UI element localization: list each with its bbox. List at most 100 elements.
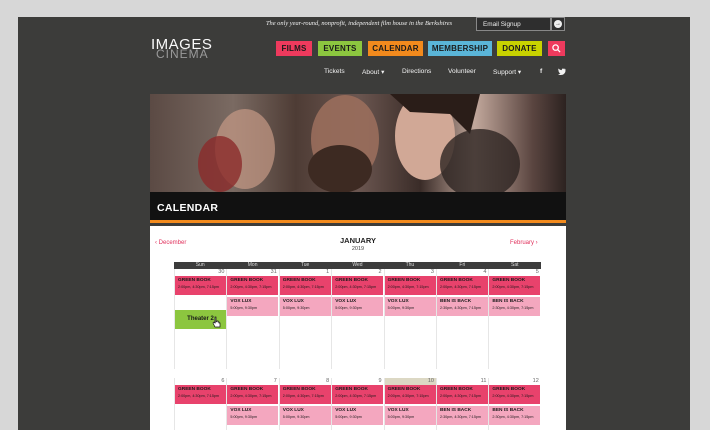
event-title: VOX LUX	[282, 408, 304, 413]
email-signup-submit-button[interactable]: →	[551, 17, 565, 31]
twitter-icon[interactable]	[558, 68, 566, 75]
event-times: 2:00pm, 4:30pm, 7:15pm	[335, 285, 377, 289]
event-green-book[interactable]: GREEN BOOK 2:00pm, 4:30pm, 7:15pm	[384, 276, 436, 295]
event-green-book[interactable]: GREEN BOOK 2:00pm, 4:30pm, 7:15pm	[489, 385, 541, 404]
subnav-volunteer[interactable]: Volunteer	[448, 68, 476, 75]
subnav-support[interactable]: Support ▾	[493, 68, 521, 76]
event-times: 2:00pm, 4:30pm, 7:15pm	[440, 285, 481, 289]
calendar: ‹ December February › JANUARY 2019 Sun M…	[150, 226, 566, 430]
event-ben-is-back[interactable]: BEN IS BACK 2:30pm, 4:30pm, 7:15pm	[489, 406, 541, 425]
weekday-thu: Thu	[405, 262, 415, 268]
weekday-mon: Mon	[247, 262, 258, 268]
event-title: BEN IS BACK	[440, 408, 472, 413]
event-times: 2:00pm, 4:30pm, 7:15pm	[282, 394, 324, 398]
event-vox-lux[interactable]: VOX LUX 5:00pm, 9:30pm	[279, 297, 331, 316]
event-green-book[interactable]: GREEN BOOK 2:00pm, 4:30pm, 7:15pm	[175, 276, 226, 295]
day-cell: 5 GREEN BOOK 2:00pm, 4:30pm, 7:15pm BEN …	[488, 269, 541, 369]
event-title: GREEN BOOK	[282, 278, 316, 283]
nav-donate[interactable]: DONATE	[497, 41, 542, 56]
event-title: GREEN BOOK	[440, 278, 473, 283]
subnav-directions[interactable]: Directions	[402, 68, 431, 75]
event-title: GREEN BOOK	[492, 387, 526, 392]
subnav-tickets[interactable]: Tickets	[324, 68, 345, 75]
search-icon	[552, 44, 561, 53]
day-cell: 1 GREEN BOOK 2:00pm, 4:30pm, 7:15pm VOX …	[278, 269, 331, 369]
event-times: 2:00pm, 4:30pm, 7:15pm	[492, 285, 534, 289]
event-title: GREEN BOOK	[387, 387, 421, 392]
event-times: 2:00pm, 4:30pm, 7:15pm	[387, 285, 429, 289]
event-ben-is-back[interactable]: BEN IS BACK 2:30pm, 4:30pm, 7:15pm	[489, 297, 541, 316]
hand-cursor-icon	[212, 316, 221, 328]
event-vox-lux[interactable]: VOX LUX 5:00pm, 9:30pm	[227, 406, 279, 425]
event-title: VOX LUX	[387, 408, 409, 413]
event-times: 5:00pm, 9:30pm	[282, 415, 310, 419]
day-cell: 30 GREEN BOOK 2:00pm, 4:30pm, 7:15pm The…	[174, 269, 226, 369]
day-number: 12	[532, 378, 539, 384]
event-green-book[interactable]: GREEN BOOK 2:00pm, 4:30pm, 7:15pm	[227, 385, 279, 404]
event-times: 5:00pm, 9:30pm	[335, 306, 362, 310]
event-title: GREEN BOOK	[230, 387, 264, 392]
month-title: JANUARY	[340, 236, 376, 245]
event-title: GREEN BOOK	[230, 278, 264, 283]
event-vox-lux[interactable]: VOX LUX 5:00pm, 9:30pm	[279, 406, 331, 425]
event-green-book[interactable]: GREEN BOOK 2:00pm, 4:30pm, 7:15pm	[437, 276, 488, 295]
event-times: 2:30pm, 4:30pm, 7:15pm	[440, 415, 481, 419]
event-green-book[interactable]: GREEN BOOK 2:00pm, 4:30pm, 7:15pm	[279, 276, 331, 295]
images-cinema-logo[interactable]: IMAGES CINEMA	[151, 37, 226, 61]
event-vox-lux[interactable]: VOX LUX 5:00pm, 9:30pm	[227, 297, 279, 316]
day-cell: 9 GREEN BOOK 2:00pm, 4:30pm, 7:15pm VOX …	[331, 378, 384, 430]
day-cell: 31 GREEN BOOK 2:00pm, 4:30pm, 7:15pm VOX…	[226, 269, 279, 369]
year-label: 2019	[351, 246, 365, 252]
day-cell: 6 GREEN BOOK 2:00pm, 4:30pm, 7:15pm	[174, 378, 226, 430]
day-number: 10	[427, 378, 434, 384]
event-green-book[interactable]: GREEN BOOK 2:00pm, 4:30pm, 7:15pm	[437, 385, 488, 404]
event-green-book[interactable]: GREEN BOOK 2:00pm, 4:30pm, 7:15pm	[279, 385, 331, 404]
event-ben-is-back[interactable]: BEN IS BACK 2:30pm, 4:30pm, 7:15pm	[437, 297, 488, 316]
event-green-book[interactable]: GREEN BOOK 2:00pm, 4:30pm, 7:15pm	[227, 276, 279, 295]
event-vox-lux[interactable]: VOX LUX 5:00pm, 9:30pm	[332, 297, 384, 316]
event-vox-lux[interactable]: VOX LUX 5:00pm, 9:30pm	[384, 406, 436, 425]
event-green-book[interactable]: GREEN BOOK 2:00pm, 4:30pm, 7:15pm	[489, 276, 541, 295]
event-times: 5:00pm, 9:30pm	[230, 415, 258, 419]
nav-membership[interactable]: MEMBERSHIP	[428, 41, 492, 56]
subnav-about[interactable]: About ▾	[362, 68, 384, 76]
event-title: BEN IS BACK	[492, 408, 524, 413]
day-cell: 8 GREEN BOOK 2:00pm, 4:30pm, 7:15pm VOX …	[278, 378, 331, 430]
event-ben-is-back[interactable]: BEN IS BACK 2:30pm, 4:30pm, 7:15pm	[437, 406, 488, 425]
email-signup-input[interactable]: Email Signup	[476, 17, 551, 31]
search-button[interactable]	[548, 41, 565, 56]
event-title: BEN IS BACK	[492, 299, 524, 304]
event-times: 2:00pm, 4:30pm, 7:15pm	[387, 394, 429, 398]
day-number: 2	[378, 269, 382, 275]
weekday-wed: Wed	[352, 262, 363, 268]
event-times: 2:00pm, 4:30pm, 7:15pm	[178, 285, 219, 289]
day-number: 4	[483, 269, 487, 275]
event-title: VOX LUX	[230, 408, 252, 413]
day-number: 1	[326, 269, 330, 275]
page-title: CALENDAR	[157, 202, 219, 214]
nav-calendar[interactable]: CALENDAR	[368, 41, 423, 56]
event-vox-lux[interactable]: VOX LUX 5:00pm, 9:30pm	[332, 406, 384, 425]
event-times: 5:00pm, 9:30pm	[282, 306, 310, 310]
event-green-book[interactable]: GREEN BOOK 2:00pm, 4:30pm, 7:15pm	[384, 385, 436, 404]
weekday-fri: Fri	[459, 262, 466, 268]
hero-photo	[150, 94, 566, 192]
arrow-right-icon: →	[554, 20, 562, 28]
nav-films[interactable]: FILMS	[276, 41, 312, 56]
event-green-book[interactable]: GREEN BOOK 2:00pm, 4:30pm, 7:15pm	[175, 385, 226, 404]
day-number: 11	[480, 378, 487, 384]
event-green-book[interactable]: GREEN BOOK 2:00pm, 4:30pm, 7:15pm	[332, 276, 384, 295]
event-title: GREEN BOOK	[178, 387, 211, 392]
event-green-book[interactable]: GREEN BOOK 2:00pm, 4:30pm, 7:15pm	[332, 385, 384, 404]
day-cell: 7 GREEN BOOK 2:00pm, 4:30pm, 7:15pm VOX …	[226, 378, 279, 430]
day-cell: 12 GREEN BOOK 2:00pm, 4:30pm, 7:15pm BEN…	[488, 378, 541, 430]
event-title: GREEN BOOK	[387, 278, 421, 283]
weekday-sun: Sun	[195, 262, 205, 268]
nav-events[interactable]: EVENTS	[318, 41, 362, 56]
event-vox-lux[interactable]: VOX LUX 5:00pm, 9:30pm	[384, 297, 436, 316]
event-title: VOX LUX	[230, 299, 252, 304]
event-title: GREEN BOOK	[178, 278, 211, 283]
facebook-icon[interactable]: f	[540, 68, 542, 75]
event-times: 2:30pm, 4:30pm, 7:15pm	[440, 306, 481, 310]
event-times: 2:00pm, 4:30pm, 7:15pm	[335, 394, 377, 398]
